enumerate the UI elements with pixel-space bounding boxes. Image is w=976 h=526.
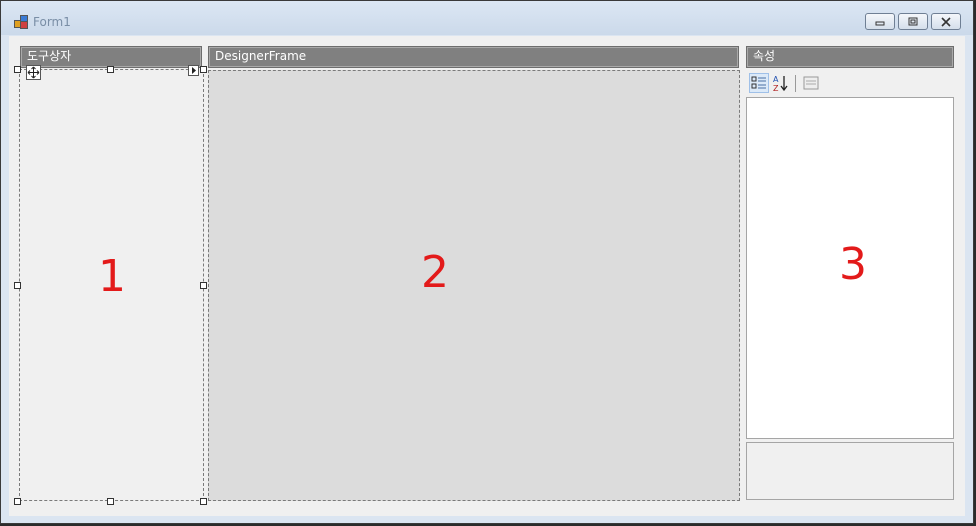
property-pages-icon[interactable] <box>801 73 821 93</box>
resize-handle[interactable] <box>14 498 21 505</box>
properties-toolbar: A Z <box>747 72 957 94</box>
resize-handle[interactable] <box>107 66 114 73</box>
window-title: Form1 <box>33 15 71 29</box>
annotation-1: 1 <box>98 251 126 302</box>
alphabetical-icon[interactable]: A Z <box>771 73 791 93</box>
designer-header: DesignerFrame <box>208 46 739 68</box>
toolbox-panel[interactable]: 1 <box>19 69 204 501</box>
toolbar-separator <box>795 75 796 92</box>
annotation-2: 2 <box>421 247 449 298</box>
svg-text:A: A <box>773 75 779 84</box>
toolbox-header: 도구상자 <box>20 46 202 68</box>
move-handle-icon[interactable] <box>26 65 41 80</box>
maximize-button[interactable] <box>898 13 928 30</box>
annotation-3: 3 <box>839 239 867 290</box>
minimize-button[interactable] <box>865 13 895 30</box>
title-bar[interactable]: Form1 <box>1 1 973 35</box>
restore-icon <box>899 14 927 29</box>
app-icon <box>14 15 28 29</box>
categorized-icon[interactable] <box>749 73 769 93</box>
svg-text:Z: Z <box>773 84 779 93</box>
form1-window: Form1 도구상자 DesignerFrame 속성 1 2 A Z 3 <box>0 0 974 524</box>
close-icon <box>932 14 960 29</box>
form-client-area: 도구상자 DesignerFrame 속성 1 2 A Z 3 <box>9 36 965 516</box>
minimize-icon <box>866 14 894 29</box>
resize-handle[interactable] <box>14 66 21 73</box>
smart-tag-icon[interactable] <box>188 65 199 76</box>
property-description-pane <box>746 442 954 500</box>
property-grid[interactable]: 3 <box>746 97 954 439</box>
close-button[interactable] <box>931 13 961 30</box>
resize-handle[interactable] <box>14 282 21 289</box>
resize-handle[interactable] <box>200 498 207 505</box>
resize-handle[interactable] <box>107 498 114 505</box>
designer-frame[interactable]: 2 <box>208 70 740 501</box>
properties-header: 속성 <box>746 46 954 68</box>
resize-handle[interactable] <box>200 66 207 73</box>
resize-handle[interactable] <box>200 282 207 289</box>
